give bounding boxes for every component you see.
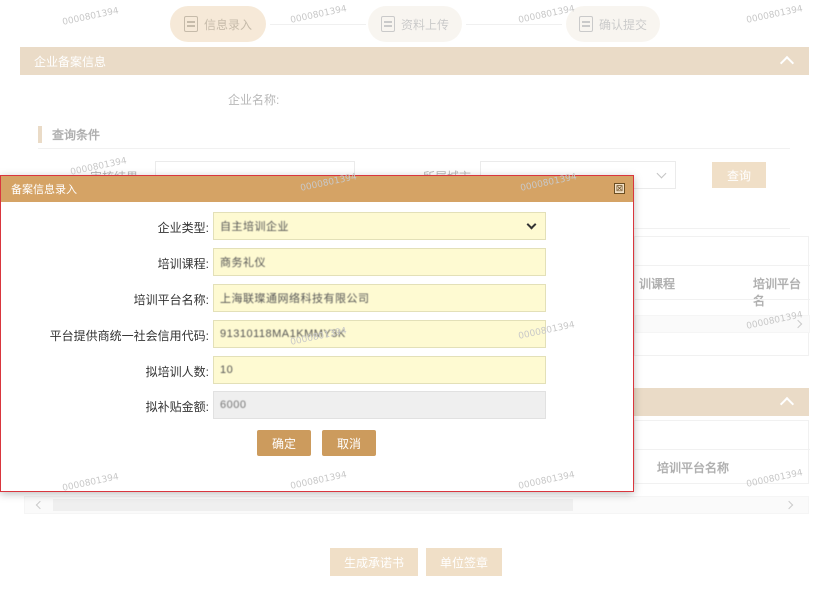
results-table: 训课程 培训平台名 — [634, 236, 810, 356]
trainee-count-label: 拟培训人数: — [145, 365, 209, 379]
subsidy-amount-label: 拟补贴金额: — [145, 400, 209, 414]
step-label: 确认提交 — [598, 17, 647, 32]
step-confirm[interactable]: 确认提交 — [566, 6, 660, 42]
chevron-up-icon[interactable] — [779, 53, 795, 69]
generate-commitment-button[interactable]: 生成承诺书 — [330, 548, 418, 576]
chevron-down-icon — [656, 168, 667, 179]
divider — [38, 148, 790, 149]
course-input[interactable]: 商务礼仪 — [213, 248, 546, 276]
close-icon[interactable]: ⊠ — [614, 183, 625, 194]
scrollbar-thumb[interactable] — [53, 499, 573, 511]
step-upload[interactable]: 资料上传 — [368, 6, 462, 42]
divider — [635, 299, 810, 300]
company-type-select[interactable]: 自主培训企业 — [213, 212, 546, 240]
query-section-title: 查询条件 — [38, 126, 100, 143]
field-row-trainee-count: 拟培训人数: 10 — [1, 356, 635, 384]
table-header-course: 训课程 — [639, 277, 676, 291]
course-value: 商务礼仪 — [220, 257, 266, 269]
section-title: 企业备案信息 — [34, 54, 107, 69]
platform-name-value: 上海联璨通网络科技有限公司 — [220, 293, 370, 305]
step-connector — [270, 24, 366, 25]
company-type-label: 企业类型: — [157, 221, 209, 235]
dialog-title: 备案信息录入 — [11, 184, 77, 196]
company-name-label: 企业名称: — [228, 93, 280, 107]
collapsed-section-header[interactable] — [634, 388, 809, 416]
trainee-count-value: 10 — [220, 364, 234, 376]
divider — [635, 449, 810, 450]
trainee-count-input[interactable]: 10 — [213, 356, 546, 384]
progress-stepper: 信息录入 资料上传 确认提交 — [170, 6, 670, 42]
document-icon — [380, 16, 395, 32]
chevron-down-icon — [526, 219, 537, 230]
step-connector — [466, 24, 562, 25]
chevron-up-icon[interactable] — [779, 394, 795, 410]
field-row-platform-name: 培训平台名称: 上海联璨通网络科技有限公司 — [1, 284, 635, 312]
company-section-header[interactable]: 企业备案信息 — [20, 47, 809, 75]
document-icon — [183, 16, 198, 32]
credit-code-input[interactable]: 91310118MA1KMMY3K — [213, 320, 546, 348]
cancel-button[interactable]: 取消 — [322, 430, 376, 456]
credit-code-label: 平台提供商统一社会信用代码: — [49, 329, 209, 343]
platform-name-label: 培训平台名称: — [133, 293, 209, 307]
scroll-left-icon[interactable] — [35, 500, 45, 510]
course-label: 培训课程: — [157, 257, 209, 271]
company-seal-button[interactable]: 单位签章 — [426, 548, 502, 576]
table-header-divider — [635, 265, 810, 266]
bottom-scrollbar[interactable] — [24, 496, 809, 514]
field-row-subsidy-amount: 拟补贴金额: 6000 — [1, 391, 635, 419]
step-label: 资料上传 — [400, 17, 449, 32]
subsidy-amount-field: 6000 — [213, 391, 546, 419]
step-info-entry[interactable]: 信息录入 — [170, 6, 266, 42]
table-header-platform-name: 培训平台名称 — [657, 461, 730, 475]
divider — [634, 228, 790, 229]
subsidy-amount-value: 6000 — [220, 399, 247, 411]
search-button[interactable]: 查询 — [712, 162, 766, 188]
confirm-button[interactable]: 确定 — [257, 430, 311, 456]
platform-name-input[interactable]: 上海联璨通网络科技有限公司 — [213, 284, 546, 312]
step-label: 信息录入 — [203, 17, 252, 32]
scroll-right-icon[interactable] — [784, 500, 794, 510]
field-row-company-type: 企业类型: 自主培训企业 — [1, 212, 635, 240]
field-row-course: 培训课程: 商务礼仪 — [1, 248, 635, 276]
document-icon — [578, 16, 593, 32]
table-header-platform: 培训平台名 — [753, 277, 802, 308]
company-type-value: 自主培训企业 — [220, 221, 289, 233]
